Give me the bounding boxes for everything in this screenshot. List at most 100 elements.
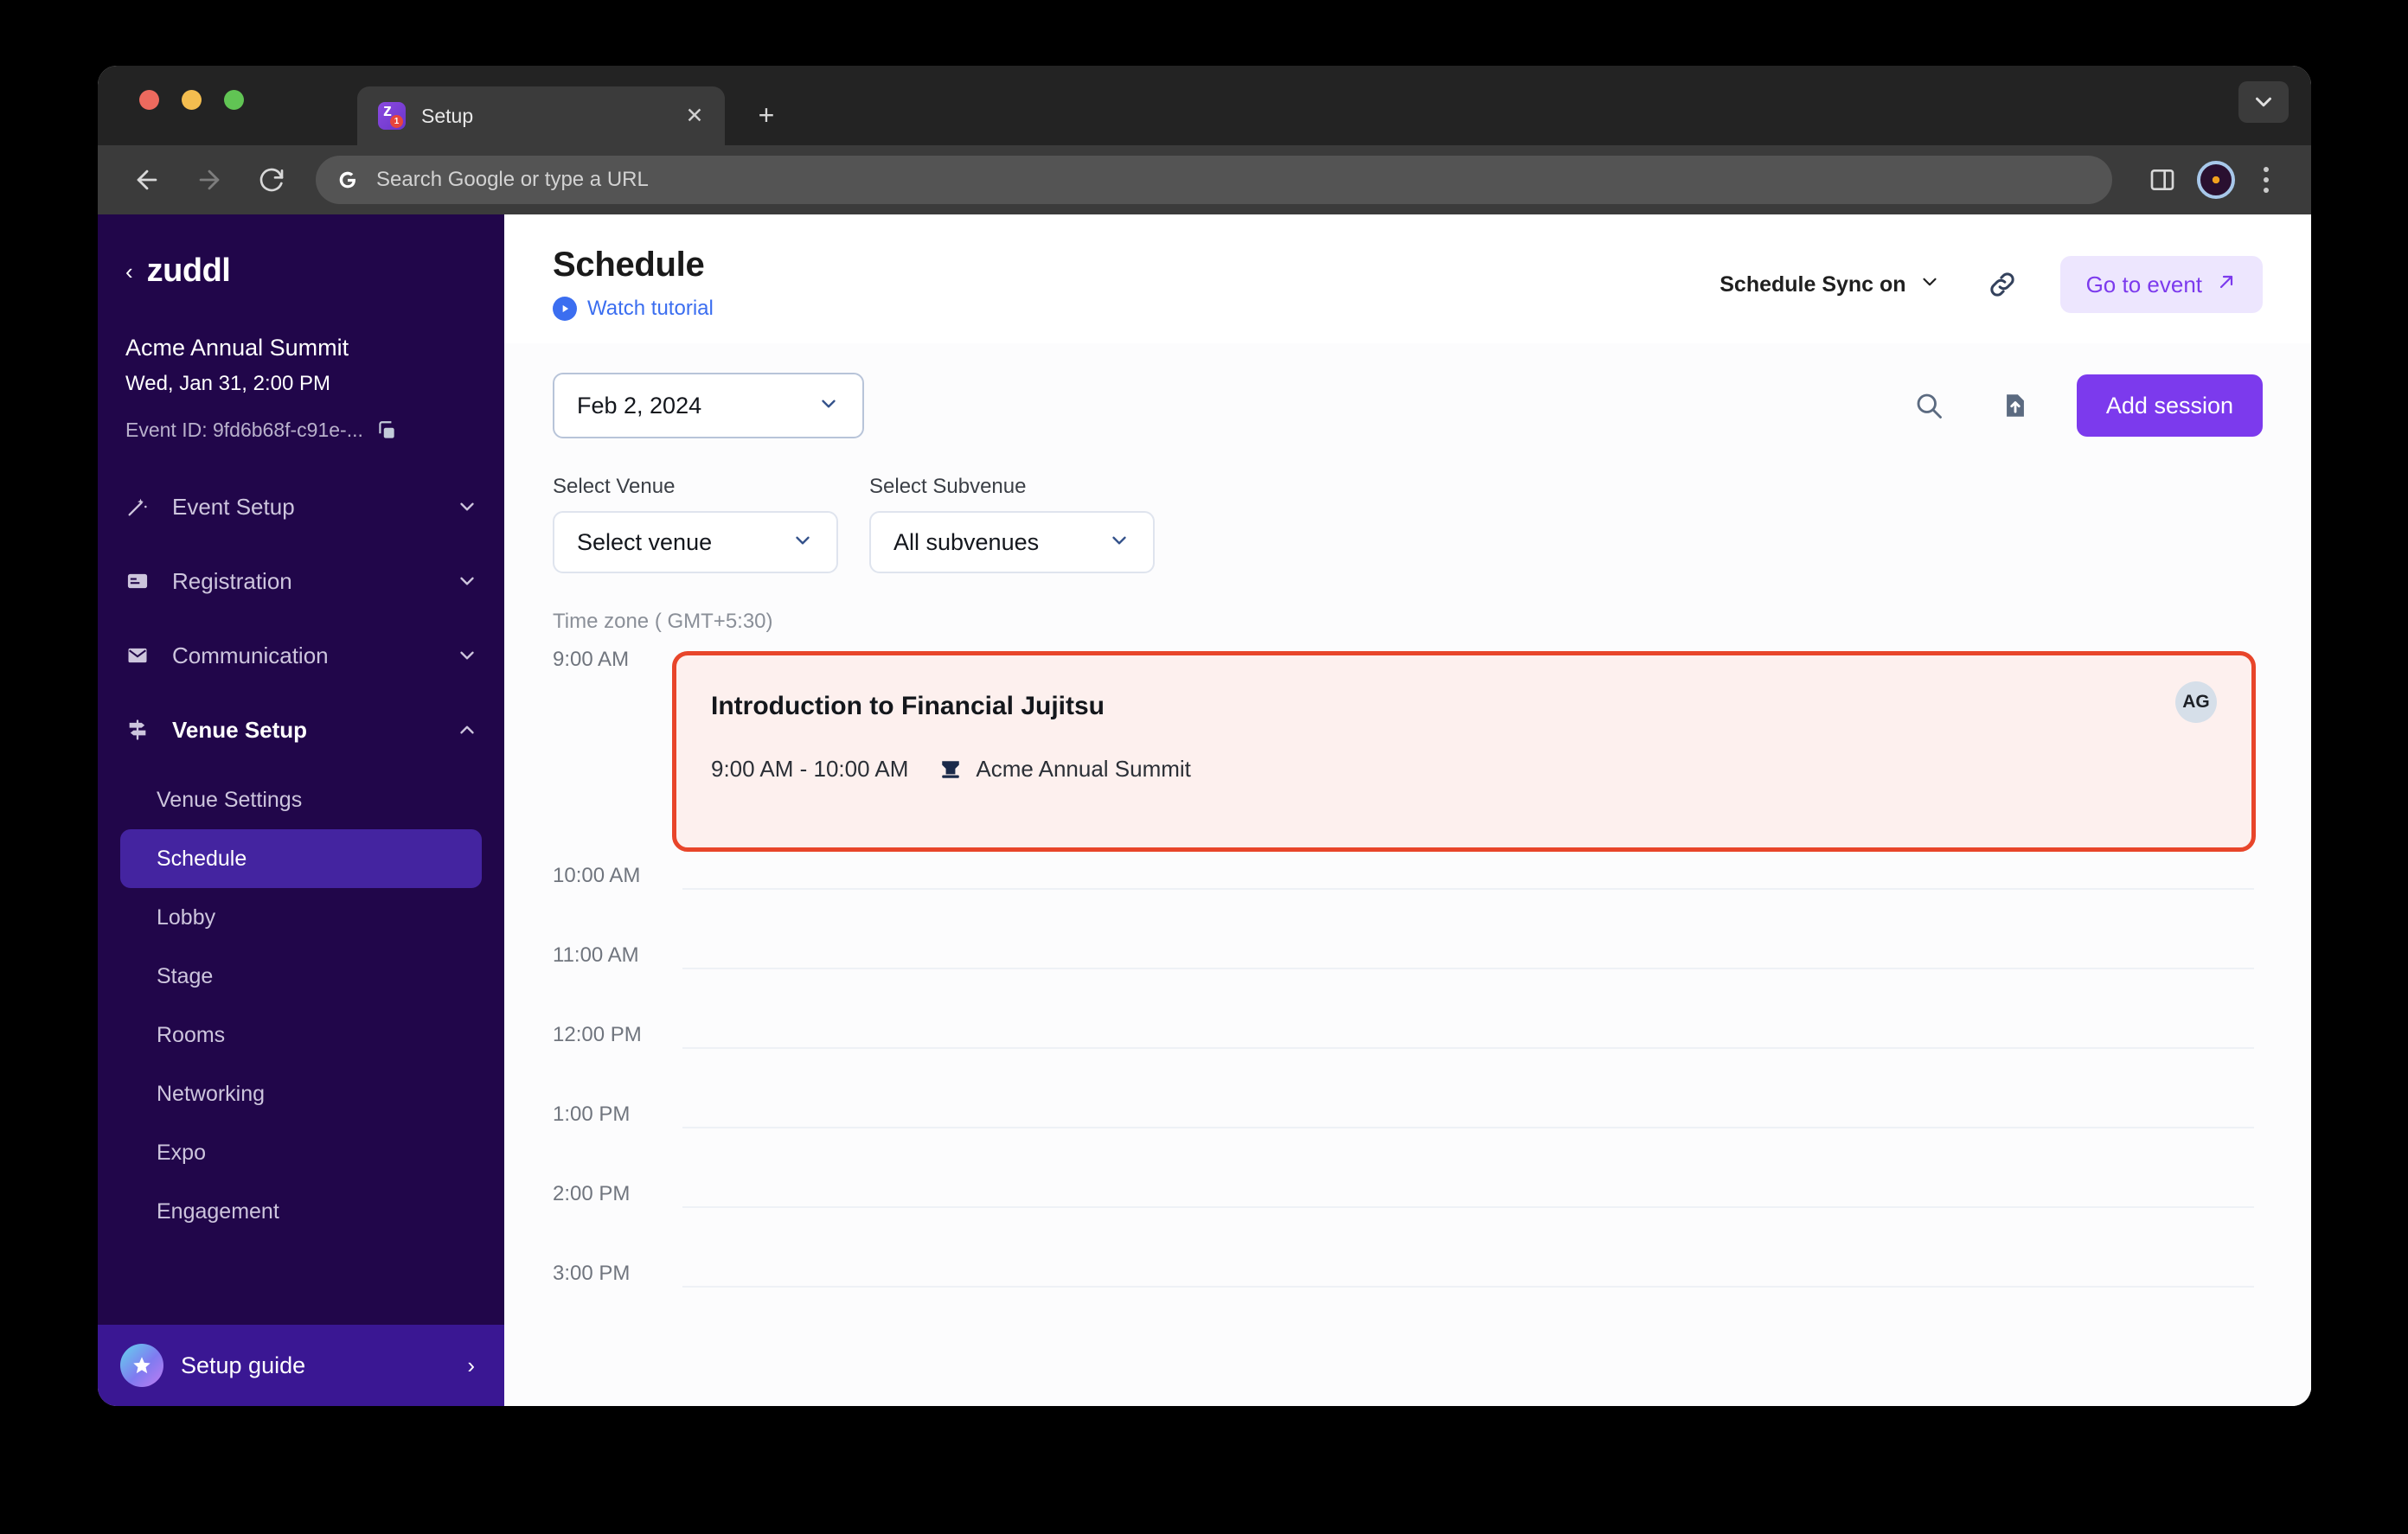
sidebar-item-networking[interactable]: Networking (120, 1064, 482, 1123)
venue-filters: Select Venue Select venue Select Subvenu… (553, 475, 2263, 573)
browser-toolbar: Search Google or type a URL (98, 145, 2311, 214)
address-bar-placeholder: Search Google or type a URL (376, 168, 649, 191)
registration-card-icon (125, 569, 158, 593)
close-window-button[interactable] (139, 90, 159, 110)
chrome-menu-icon[interactable] (2247, 167, 2285, 193)
sidebar-group-label: Registration (172, 567, 292, 594)
brand-name: zuddl (146, 252, 231, 289)
close-icon[interactable]: ✕ (680, 101, 709, 131)
select-subvenue-label: Select Subvenue (869, 475, 1027, 498)
sidebar-group-event-setup[interactable]: Event Setup (98, 470, 504, 544)
avatar[interactable]: AG (2175, 681, 2217, 723)
add-session-button[interactable]: Add session (2076, 374, 2263, 437)
venue-filter-field: Select Venue Select venue (553, 475, 838, 573)
collapse-sidebar-icon[interactable]: ‹ (125, 260, 133, 283)
reload-icon[interactable] (248, 157, 295, 203)
time-slot-label: 3:00 PM (553, 1262, 631, 1285)
schedule-panel: Feb 2, 2024 Add session Select Venue Sel… (504, 343, 2311, 1406)
zuddl-app-icon (378, 102, 406, 130)
watch-tutorial-link[interactable]: Watch tutorial (553, 297, 1720, 321)
sidebar-group-communication[interactable]: Communication (98, 618, 504, 693)
upload-file-icon[interactable] (1990, 380, 2040, 431)
setup-guide-button[interactable]: Setup guide › (98, 1325, 504, 1406)
star-badge-icon (120, 1344, 163, 1387)
event-summary: Acme Annual Summit Wed, Jan 31, 2:00 PM … (98, 290, 504, 442)
forward-arrow-icon[interactable] (186, 157, 233, 203)
time-slot: 11:00 AM (553, 943, 2263, 1033)
time-slot: 9:00 AM Introduction to Financial Jujits… (553, 648, 2263, 874)
time-slot-divider (682, 1047, 2254, 1049)
google-g-icon (335, 167, 361, 193)
chevron-down-icon[interactable] (456, 495, 478, 518)
new-tab-button[interactable]: + (748, 97, 785, 133)
go-to-event-button[interactable]: Go to event (2059, 256, 2263, 313)
sidebar-group-label: Event Setup (172, 493, 295, 520)
sidebar-nav: Event Setup Registration Communication V… (98, 470, 504, 1325)
envelope-icon (125, 643, 158, 668)
select-venue-dropdown[interactable]: Select venue (553, 511, 838, 573)
maximize-window-button[interactable] (224, 90, 244, 110)
profile-avatar-icon[interactable] (2197, 161, 2235, 199)
time-slot: 2:00 PM (553, 1182, 2263, 1272)
signpost-icon (125, 718, 158, 742)
time-slot-divider (682, 1206, 2254, 1208)
chevron-down-icon (791, 529, 814, 556)
sidebar-item-schedule[interactable]: Schedule (120, 829, 482, 889)
sidebar-item-stage[interactable]: Stage (120, 947, 482, 1006)
page-header-left: Schedule Watch tutorial (553, 246, 1720, 321)
link-chain-icon[interactable] (1986, 268, 2019, 301)
chevron-down-icon[interactable] (2238, 81, 2289, 123)
external-link-arrow-icon (2216, 272, 2237, 298)
session-meta: 9:00 AM - 10:00 AM Acme Annual Summit (711, 756, 2217, 783)
copy-icon[interactable] (375, 419, 398, 442)
page-header: Schedule Watch tutorial Schedule Sync on (504, 214, 2311, 343)
session-venue: Acme Annual Summit (939, 756, 1191, 783)
chevron-down-icon (817, 393, 840, 419)
time-slot-label: 12:00 PM (553, 1023, 642, 1046)
sidebar-group-label: Communication (172, 642, 329, 668)
sidebar-item-rooms[interactable]: Rooms (120, 1006, 482, 1064)
session-card[interactable]: Introduction to Financial Jujitsu 9:00 A… (672, 651, 2256, 852)
brand-logo[interactable]: ‹ zuddl (98, 214, 504, 290)
play-circle-icon (553, 297, 577, 321)
chevron-down-icon (1108, 529, 1130, 556)
time-slot: 12:00 PM (553, 1023, 2263, 1113)
schedule-grid: 9:00 AM Introduction to Financial Jujits… (553, 648, 2263, 1352)
session-title: Introduction to Financial Jujitsu (711, 692, 1105, 720)
minimize-window-button[interactable] (182, 90, 202, 110)
app-page: ‹ zuddl Acme Annual Summit Wed, Jan 31, … (98, 214, 2311, 1406)
address-bar[interactable]: Search Google or type a URL (316, 156, 2112, 204)
time-slot-label: 2:00 PM (553, 1182, 631, 1205)
schedule-sync-label: Schedule Sync on (1720, 272, 1906, 297)
select-subvenue-value: All subvenues (893, 528, 1040, 555)
time-slot: 3:00 PM (553, 1262, 2263, 1352)
back-arrow-icon[interactable] (124, 157, 170, 203)
time-slot-label: 1:00 PM (553, 1103, 631, 1126)
sidebar-group-registration[interactable]: Registration (98, 544, 504, 618)
chevron-down-icon (1918, 271, 1941, 299)
browser-tab[interactable]: Setup ✕ (357, 86, 725, 145)
chevron-up-icon[interactable] (456, 719, 478, 741)
chevron-down-icon[interactable] (456, 644, 478, 667)
event-date: Wed, Jan 31, 2:00 PM (125, 372, 331, 396)
setup-guide-label: Setup guide (181, 1352, 306, 1378)
select-subvenue-dropdown[interactable]: All subvenues (869, 511, 1155, 573)
time-slot-divider (682, 1127, 2254, 1128)
side-panel-icon[interactable] (2140, 157, 2185, 202)
sidebar-item-venue-settings[interactable]: Venue Settings (120, 770, 482, 829)
sidebar-item-lobby[interactable]: Lobby (120, 888, 482, 947)
time-slot: 10:00 AM (553, 864, 2263, 954)
time-slot-divider (682, 968, 2254, 969)
sidebar-item-engagement[interactable]: Engagement (120, 1182, 482, 1241)
tab-title: Setup (421, 104, 474, 127)
search-icon[interactable] (1904, 380, 1954, 431)
session-time: 9:00 AM - 10:00 AM (711, 756, 909, 782)
sidebar-item-expo[interactable]: Expo (120, 1123, 482, 1182)
select-venue-label: Select Venue (553, 475, 676, 498)
schedule-sync-dropdown[interactable]: Schedule Sync on (1720, 271, 1940, 299)
sidebar-subnav: Venue Settings Schedule Lobby Stage Room… (98, 767, 504, 1241)
chevron-down-icon[interactable] (456, 570, 478, 592)
date-picker[interactable]: Feb 2, 2024 (553, 373, 864, 438)
sidebar-group-venue-setup[interactable]: Venue Setup (98, 693, 504, 767)
chevron-right-icon[interactable]: › (467, 1352, 475, 1379)
